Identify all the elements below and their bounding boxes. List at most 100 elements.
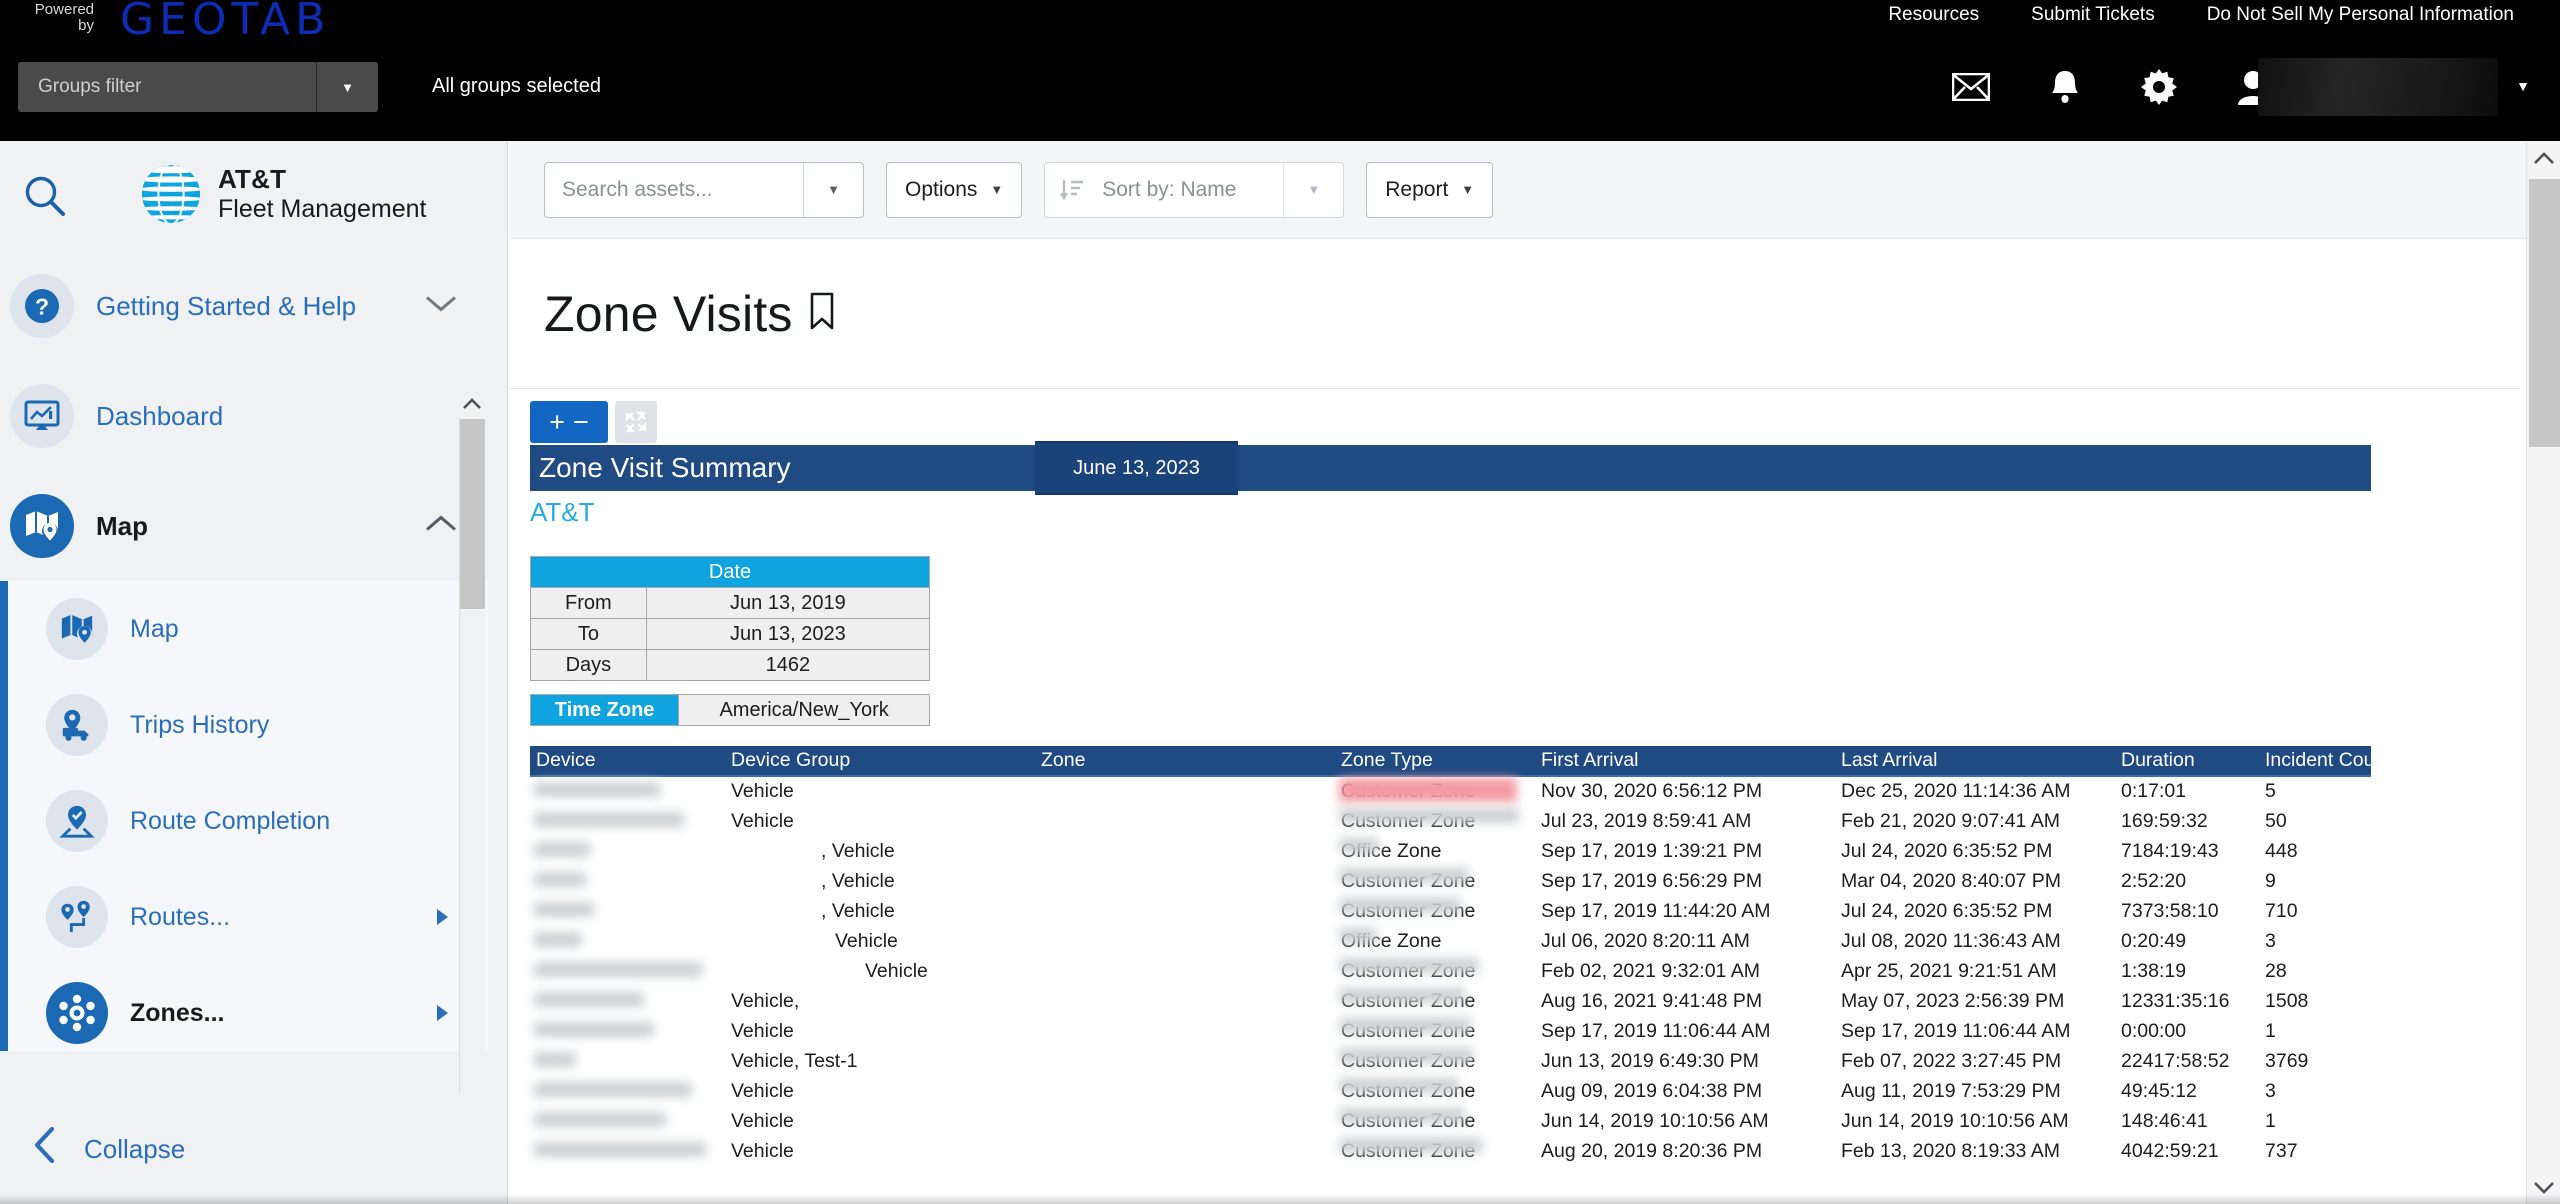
cell-incident-count: 1 [2259,1016,2371,1046]
cell-device [530,836,725,866]
main-scroll-thumb[interactable] [2529,179,2560,447]
chevron-up-icon[interactable] [424,514,458,539]
cell-last-arrival: Jul 08, 2020 11:36:43 AM [1835,926,2115,956]
column-header-device-group[interactable]: Device Group [725,746,1035,777]
table-row[interactable]: , Vehicle Office Zone Sep 17, 2019 1:39:… [530,836,2371,866]
table-row[interactable]: Vehicle, Customer Zone Aug 16, 2021 9:41… [530,986,2371,1016]
column-header-last-arrival[interactable]: Last Arrival [1835,746,2115,777]
cell-duration: 1:38:19 [2115,956,2259,986]
sidebar-scrollbar[interactable] [459,391,485,1204]
cell-device [530,926,725,956]
account-caret-down-icon[interactable]: ▼ [2516,78,2530,94]
caret-down-icon[interactable]: ▼ [803,162,863,217]
map-icon [10,494,74,558]
cell-last-arrival: Feb 07, 2022 3:27:45 PM [1835,1046,2115,1076]
chevron-right-icon[interactable] [437,1005,448,1021]
column-header-incident-count[interactable]: Incident Count [2259,746,2391,777]
groups-filter-dropdown[interactable]: Groups filter ▼ [18,62,378,112]
nav-resources-link[interactable]: Resources [1862,4,2005,26]
table-row[interactable]: Vehicle Customer Zone Sep 17, 2019 11:06… [530,1016,2371,1046]
sidebar-scroll-thumb[interactable] [460,419,485,609]
table-row[interactable]: Vehicle Customer Zone Aug 20, 2019 8:20:… [530,1136,2371,1166]
sidebar-item-map-sub[interactable]: Map [8,581,488,677]
cell-first-arrival: Jul 23, 2019 8:59:41 AM [1535,806,1835,836]
table-header-row: Device Device Group Zone Zone Type First… [530,746,2391,777]
column-header-zone-type[interactable]: Zone Type [1335,746,1535,777]
search-input[interactable]: Search assets... [545,163,803,217]
zoom-in-button[interactable]: + [549,408,565,436]
report-button[interactable]: Report ▼ [1366,161,1494,218]
table-row: From Jun 13, 2019 [530,587,931,619]
svg-text:?: ? [35,294,49,320]
sort-by-label: Sort by: Name [1102,177,1237,201]
cell-zone-type: Customer Zone [1335,1136,1535,1166]
chevron-down-icon[interactable] [424,294,458,319]
bell-icon[interactable] [2018,62,2112,112]
top-nav-links: Resources Submit Tickets Do Not Sell My … [1862,4,2540,26]
table-row[interactable]: Vehicle Customer Zone Jul 23, 2019 8:59:… [530,806,2371,836]
column-header-zone[interactable]: Zone [1035,746,1335,777]
table-row[interactable]: Vehicle Customer Zone Jun 14, 2019 10:10… [530,1106,2371,1136]
timezone-value: America/New_York [678,694,930,726]
timezone-label: Time Zone [529,694,680,726]
user-account-name-redacted[interactable] [2258,58,2498,116]
options-button[interactable]: Options ▼ [886,161,1023,218]
gear-icon[interactable] [2112,62,2206,112]
top-header-bar: Powered by GEOTAB Resources Submit Ticke… [0,0,2560,141]
table-row[interactable]: , Vehicle Customer Zone Sep 17, 2019 6:5… [530,866,2371,896]
table-row[interactable]: Vehicle Office Zone Jul 06, 2020 8:20:11… [530,926,2371,956]
zoom-out-button[interactable]: − [573,408,589,436]
nav-do-not-sell-link[interactable]: Do Not Sell My Personal Information [2181,4,2540,26]
sidebar-item-trips-history[interactable]: Trips History [8,677,488,773]
date-days-value: 1462 [645,649,931,681]
cell-last-arrival: Dec 25, 2020 11:14:36 AM [1835,776,2115,806]
cell-device-group: Vehicle [725,1136,1035,1166]
scroll-up-arrow-icon[interactable] [2527,141,2560,175]
scroll-up-arrow-icon[interactable] [459,391,485,417]
caret-down-icon[interactable]: ▼ [1283,162,1343,217]
cell-zone-type: Customer Zone [1335,986,1535,1016]
cell-last-arrival: Feb 21, 2020 9:07:41 AM [1835,806,2115,836]
cell-zone [1035,836,1335,866]
chevron-right-icon[interactable] [437,909,448,925]
sort-icon [1045,163,1085,217]
column-header-duration[interactable]: Duration [2115,746,2259,777]
table-row[interactable]: , Vehicle Customer Zone Sep 17, 2019 11:… [530,896,2371,926]
sidebar-item-zones[interactable]: Zones... [8,965,488,1051]
cell-first-arrival: Feb 02, 2021 9:32:01 AM [1535,956,1835,986]
fit-to-screen-icon[interactable] [615,401,657,443]
sidebar-item-map[interactable]: Map [0,471,488,581]
table-row[interactable]: Vehicle Customer Zone Feb 02, 2021 9:32:… [530,956,2371,986]
header-icon-group [1924,62,2300,112]
search-assets-input-group[interactable]: Search assets... ▼ [544,161,864,218]
table-row[interactable]: Vehicle Customer Zone Aug 09, 2019 6:04:… [530,1076,2371,1106]
att-fleet-brand: AT&T Fleet Management [140,163,426,225]
sidebar-item-routes[interactable]: Routes... [8,869,488,965]
report-zoom-buttons[interactable]: + − [530,401,608,443]
sort-by-dropdown[interactable]: Sort by: Name ▼ [1044,161,1345,218]
table-row[interactable]: Vehicle, Test-1 Customer Zone Jun 13, 20… [530,1046,2371,1076]
cell-zone [1035,776,1335,806]
mail-icon[interactable] [1924,62,2018,112]
search-icon[interactable] [18,169,72,223]
nav-submit-tickets-link[interactable]: Submit Tickets [2005,4,2181,26]
main-scrollbar[interactable] [2526,141,2560,1204]
sidebar-collapse-button[interactable]: Collapse [0,1094,488,1204]
column-header-first-arrival[interactable]: First Arrival [1535,746,1835,777]
cell-duration: 22417:58:52 [2115,1046,2259,1076]
sidebar-item-dashboard[interactable]: Dashboard [0,361,488,471]
report-summary-banner: Zone Visit Summary June 13, 2023 [530,441,2371,495]
sidebar-item-route-completion[interactable]: Route Completion [8,773,488,869]
powered-by-line1: Powered [34,1,94,18]
sidebar-header: AT&T Fleet Management [0,141,507,251]
table-row[interactable]: Vehicle Customer Zone Nov 30, 2020 6:56:… [530,776,2371,806]
column-header-device[interactable]: Device [530,746,725,777]
cell-zone [1035,986,1335,1016]
report-label: Report [1385,177,1449,201]
caret-down-icon[interactable]: ▼ [316,62,378,112]
cell-zone [1035,1106,1335,1136]
cell-device-group: , Vehicle [725,836,1035,866]
sidebar-item-getting-started[interactable]: ? Getting Started & Help [0,251,488,361]
bookmark-icon[interactable] [807,285,837,343]
all-groups-selected-status: All groups selected [432,75,601,97]
